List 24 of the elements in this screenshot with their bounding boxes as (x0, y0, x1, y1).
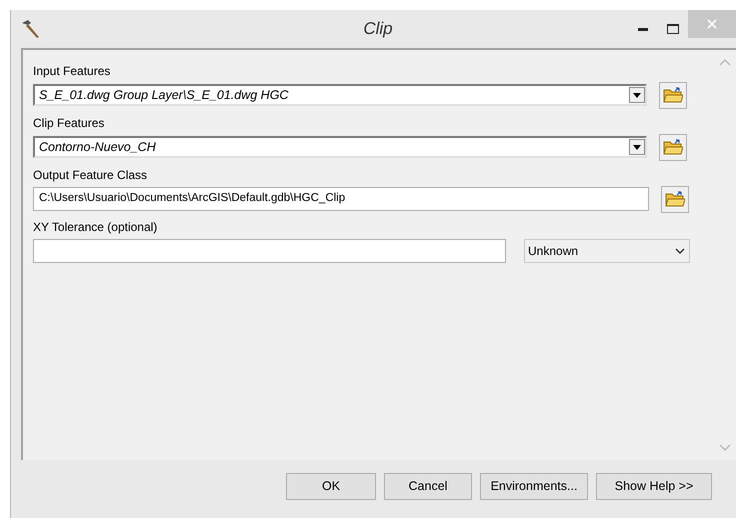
dialog-button[interactable]: Show Help >> (596, 473, 712, 500)
dialog-button[interactable]: Environments... (480, 473, 588, 500)
dialog-button[interactable]: Cancel (384, 473, 472, 500)
field-label: XY Tolerance (optional) (33, 220, 158, 236)
maximize-icon (667, 24, 679, 34)
field-label: Input Features (33, 64, 112, 80)
input-field[interactable] (33, 239, 506, 263)
dropdown-field[interactable]: S_E_01.dwg Group Layer\S_E_01.dwg HGC (33, 84, 647, 106)
folder-icon (665, 191, 685, 207)
chevron-down-icon (675, 248, 685, 254)
input-field[interactable]: C:\Users\Usuario\Documents\ArcGIS\Default.gdb\HGC_Clip (33, 187, 649, 211)
close-icon (707, 19, 717, 29)
folder-icon (663, 139, 683, 155)
field-label: Clip Features (33, 116, 106, 132)
unit-dropdown[interactable]: Unknown (524, 239, 690, 263)
minimize-icon (638, 28, 648, 30)
browse-folder-button[interactable] (661, 186, 689, 212)
browse-folder-button[interactable] (659, 82, 687, 108)
window-title: Clip (362, 18, 394, 40)
dialog-button[interactable]: OK (286, 473, 376, 500)
folder-icon (663, 87, 683, 103)
browse-folder-button[interactable] (659, 134, 687, 160)
field-label: Output Feature Class (33, 168, 148, 184)
dropdown-field[interactable]: Contorno-Nuevo_CH (33, 136, 647, 158)
